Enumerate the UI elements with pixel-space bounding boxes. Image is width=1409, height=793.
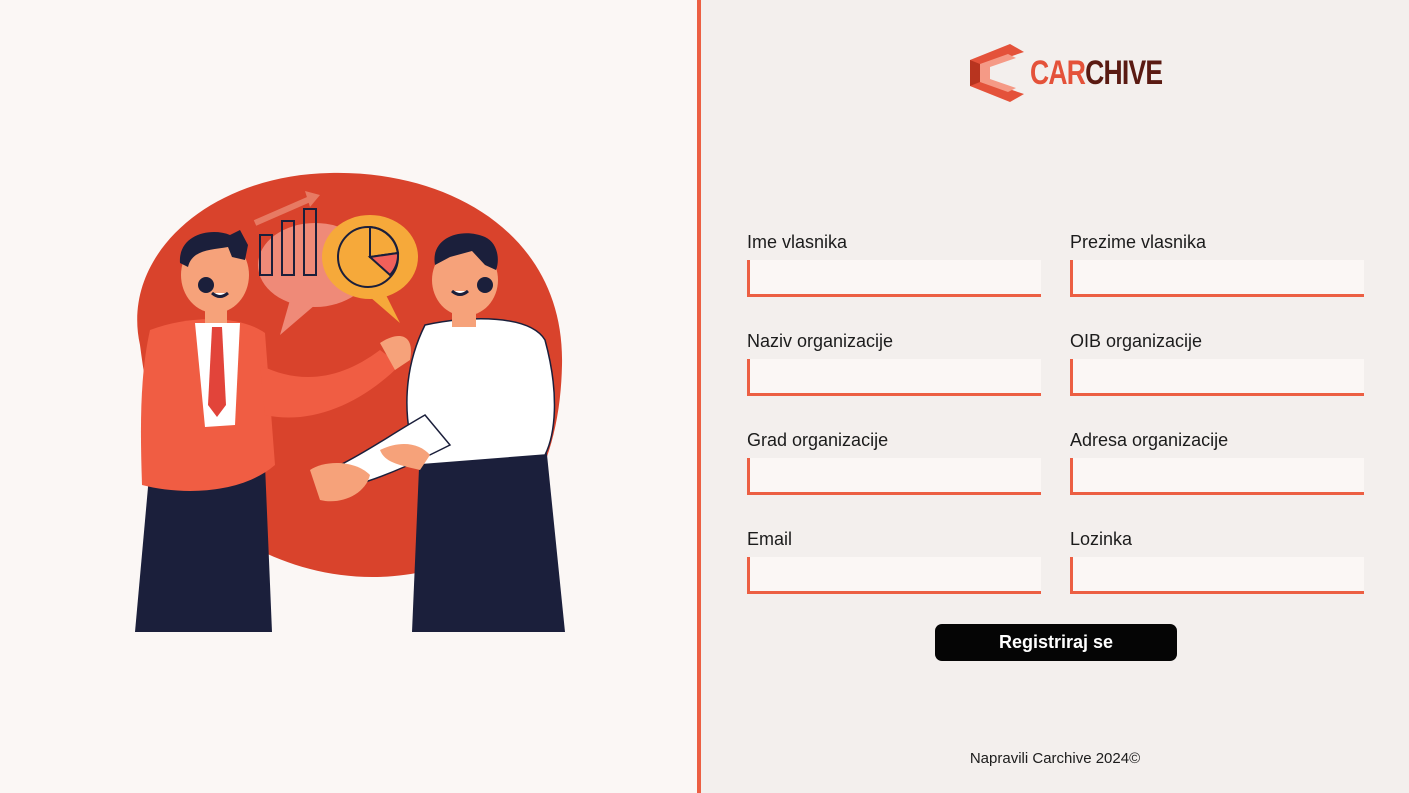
- organization-name-input[interactable]: [747, 359, 1041, 396]
- register-button[interactable]: Registriraj se: [935, 624, 1177, 661]
- field-organization-address: Adresa organizacije: [1070, 430, 1364, 495]
- organization-address-input[interactable]: [1070, 458, 1364, 495]
- field-label: Prezime vlasnika: [1070, 232, 1207, 252]
- field-label: Email: [747, 529, 793, 549]
- organization-oib-input[interactable]: [1070, 359, 1364, 396]
- field-organization-name: Naziv organizacije: [747, 331, 1041, 396]
- footer-text: Napravili Carchive 2024©: [969, 750, 1141, 767]
- field-organization-city: Grad organizacije: [747, 430, 1041, 495]
- field-label: Adresa organizacije: [1070, 430, 1229, 450]
- brand-name: CARCHIVE: [1030, 53, 1163, 92]
- field-owner-last-name: Prezime vlasnika: [1070, 232, 1364, 297]
- illustration-panel: [0, 0, 697, 793]
- owner-first-name-input[interactable]: [747, 260, 1041, 297]
- carchive-logo-icon: [970, 44, 1024, 102]
- field-label: Lozinka: [1070, 529, 1133, 549]
- field-password: Lozinka: [1070, 529, 1364, 594]
- field-label: Grad organizacije: [747, 430, 889, 450]
- field-label: Naziv organizacije: [747, 331, 894, 351]
- field-owner-first-name: Ime vlasnika: [747, 232, 1041, 297]
- field-label: Ime vlasnika: [747, 232, 848, 252]
- form-panel: [701, 0, 1409, 793]
- password-input[interactable]: [1070, 557, 1364, 594]
- email-input[interactable]: [747, 557, 1041, 594]
- handshake-illustration: [135, 172, 565, 632]
- organization-city-input[interactable]: [747, 458, 1041, 495]
- field-label: OIB organizacije: [1070, 331, 1203, 351]
- owner-last-name-input[interactable]: [1070, 260, 1364, 297]
- field-email: Email: [747, 529, 1041, 594]
- field-organization-oib: OIB organizacije: [1070, 331, 1364, 396]
- brand-logo: CARCHIVE: [968, 42, 1200, 104]
